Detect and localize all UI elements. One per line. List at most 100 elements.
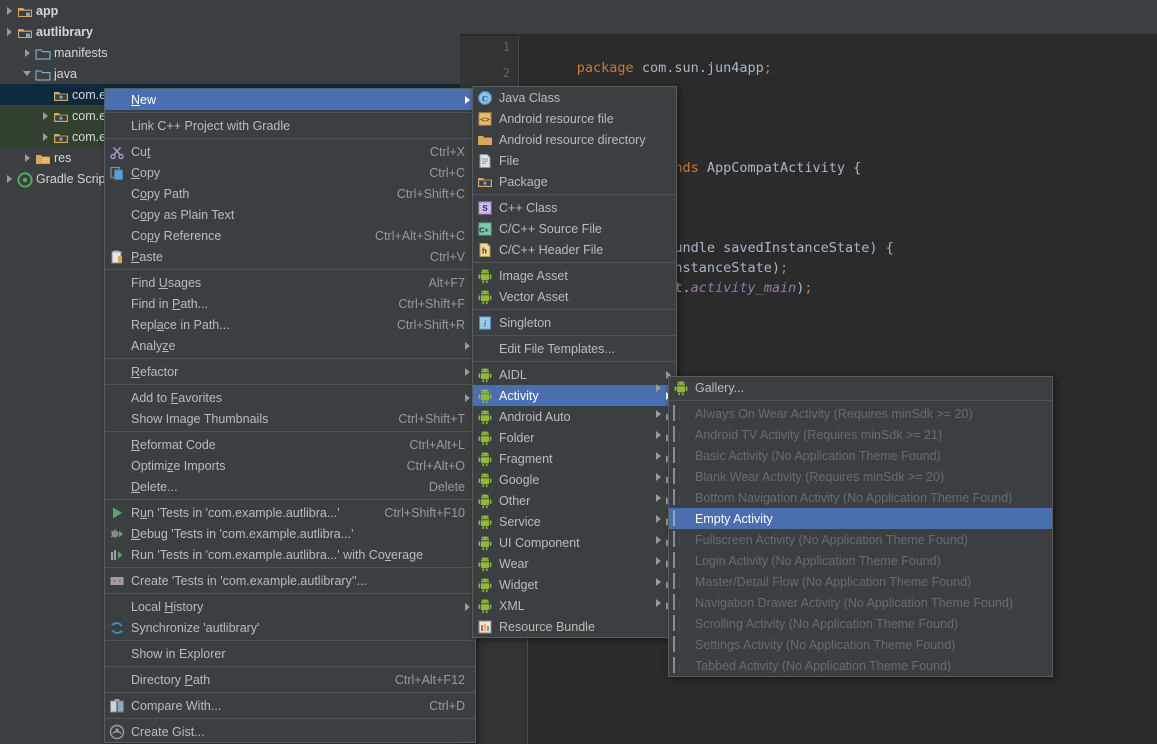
menu-item-run-tests-in-com-example-autlibra-with-coverage[interactable]: Run 'Tests in 'com.example.autlibra...' … <box>105 544 475 565</box>
menu-item-folder[interactable]: Folder <box>473 427 676 448</box>
tree-item-app[interactable]: app <box>0 0 460 21</box>
menu-item-android-resource-file[interactable]: <> Android resource file <box>473 108 676 129</box>
menu-item-cut[interactable]: Cut Ctrl+X <box>105 141 475 162</box>
menu-item-paste[interactable]: Paste Ctrl+V <box>105 246 475 267</box>
menu-item-c-class[interactable]: S C++ Class <box>473 197 676 218</box>
menu-item-gallery[interactable]: Gallery... <box>656 377 1052 398</box>
menu-item-find-in-path[interactable]: Find in Path... Ctrl+Shift+F <box>105 293 475 314</box>
menu-item-debug-tests-in-com-example-autlibra[interactable]: Debug 'Tests in 'com.example.autlibra...… <box>105 523 475 544</box>
menu-item-label: Other <box>499 493 531 508</box>
menu-item-empty-activity[interactable]: Empty Activity <box>656 508 1052 529</box>
line-number: 1 <box>502 40 510 54</box>
menu-item-create-tests-in-com-example-autlibrary[interactable]: Create 'Tests in 'com.example.autlibrary… <box>105 570 475 591</box>
menu-item-android-resource-directory[interactable]: Android resource directory <box>473 129 676 150</box>
menu-item-synchronize-autlibrary[interactable]: Synchronize 'autlibrary' <box>105 617 475 638</box>
menu-item-copy-path[interactable]: Copy Path Ctrl+Shift+C <box>105 183 475 204</box>
menu-item-google[interactable]: Google <box>473 469 676 490</box>
android-icon <box>673 380 689 396</box>
menu-item-android-auto[interactable]: Android Auto <box>473 406 676 427</box>
menu-item-shortcut: Alt+F7 <box>428 275 465 290</box>
menu-item-create-gist[interactable]: Create Gist... <box>105 721 475 742</box>
tree-item-label: com.e <box>72 108 107 123</box>
menu-item-always-on-wear-activity-requires-minsdk-20[interactable]: Always On Wear Activity (Requires minSdk… <box>656 403 1052 424</box>
menu-item-copy-reference[interactable]: Copy Reference Ctrl+Alt+Shift+C <box>105 225 475 246</box>
menu-item-vector-asset[interactable]: Vector Asset <box>473 286 676 307</box>
expand-arrow-icon[interactable] <box>40 131 51 142</box>
svg-text:S: S <box>482 204 488 213</box>
menu-item-show-in-explorer[interactable]: Show in Explorer <box>105 643 475 664</box>
menu-item-new[interactable]: New <box>105 89 475 110</box>
collapse-arrow-icon[interactable] <box>22 68 33 79</box>
expand-arrow-icon[interactable] <box>4 5 15 16</box>
menu-item-blank-wear-activity-requires-minsdk-20[interactable]: Blank Wear Activity (Requires minSdk >= … <box>656 466 1052 487</box>
menu-item-java-class[interactable]: C Java Class <box>473 87 676 108</box>
menu-item-widget[interactable]: Widget <box>473 574 676 595</box>
tree-item-manifests[interactable]: manifests <box>0 42 460 63</box>
menu-item-copy-as-plain-text[interactable]: Copy as Plain Text <box>105 204 475 225</box>
menu-item-other[interactable]: Other <box>473 490 676 511</box>
menu-item-add-to-favorites[interactable]: Add to Favorites <box>105 387 475 408</box>
menu-item-navigation-drawer-activity-no-application-theme-[interactable]: Navigation Drawer Activity (No Applicati… <box>656 592 1052 613</box>
menu-item-find-usages[interactable]: Find Usages Alt+F7 <box>105 272 475 293</box>
menu-item-basic-activity-no-application-theme-found[interactable]: Basic Activity (No Application Theme Fou… <box>656 445 1052 466</box>
editor-tab-strip[interactable] <box>460 0 1157 35</box>
menu-item-tabbed-activity-no-application-theme-found[interactable]: Tabbed Activity (No Application Theme Fo… <box>669 655 1052 676</box>
menu-item-image-asset[interactable]: Image Asset <box>473 265 676 286</box>
menu-item-label: Master/Detail Flow (No Application Theme… <box>695 574 972 589</box>
menu-item-settings-activity-no-application-theme-found[interactable]: Settings Activity (No Application Theme … <box>669 634 1052 655</box>
menu-item-file[interactable]: File <box>473 150 676 171</box>
menu-item-label: Optimize Imports <box>131 458 226 473</box>
menu-item-refactor[interactable]: Refactor <box>105 361 475 382</box>
android-icon <box>477 598 493 614</box>
menu-item-compare-with[interactable]: Compare With... Ctrl+D <box>105 695 475 716</box>
menu-separator <box>473 361 676 362</box>
menu-item-aidl[interactable]: AIDL <box>473 364 676 385</box>
menu-item-copy[interactable]: Copy Ctrl+C <box>105 162 475 183</box>
menu-item-run-tests-in-com-example-autlibra[interactable]: Run 'Tests in 'com.example.autlibra...' C… <box>105 502 475 523</box>
tree-item-autlibrary[interactable]: autlibrary <box>0 21 460 42</box>
menu-item-package[interactable]: Package <box>473 171 676 192</box>
menu-item-master-detail-flow-no-application-theme-found[interactable]: Master/Detail Flow (No Application Theme… <box>656 571 1052 592</box>
expand-arrow-icon[interactable] <box>40 110 51 121</box>
module-folder-icon <box>17 25 32 38</box>
menu-item-optimize-imports[interactable]: Optimize Imports Ctrl+Alt+O <box>105 455 475 476</box>
expand-arrow-icon[interactable] <box>4 26 15 37</box>
menu-item-fragment[interactable]: Fragment <box>473 448 676 469</box>
menu-item-replace-in-path[interactable]: Replace in Path... Ctrl+Shift+R <box>105 314 475 335</box>
menu-item-wear[interactable]: Wear <box>473 553 676 574</box>
menu-item-bottom-navigation-activity-no-application-theme-[interactable]: Bottom Navigation Activity (No Applicati… <box>656 487 1052 508</box>
menu-item-c-c-source-file[interactable]: C+ C/C++ Source File <box>473 218 676 239</box>
menu-item-show-image-thumbnails[interactable]: Show Image Thumbnails Ctrl+Shift+T <box>105 408 475 429</box>
menu-item-singleton[interactable]: i Singleton <box>473 312 676 333</box>
menu-item-edit-file-templates[interactable]: Edit File Templates... <box>473 338 676 359</box>
expand-arrow-icon[interactable] <box>22 47 33 58</box>
menu-item-service[interactable]: Service <box>473 511 676 532</box>
menu-item-directory-path[interactable]: Directory Path Ctrl+Alt+F12 <box>105 669 475 690</box>
tree-item-java[interactable]: java <box>0 63 460 84</box>
menu-item-analyze[interactable]: Analyze <box>105 335 475 356</box>
menu-item-local-history[interactable]: Local History <box>105 596 475 617</box>
parent-arrow-icon <box>656 494 661 502</box>
menu-item-c-c-header-file[interactable]: h C/C++ Header File <box>473 239 676 260</box>
menu-item-android-tv-activity-requires-minsdk-21[interactable]: Android TV Activity (Requires minSdk >= … <box>656 424 1052 445</box>
menu-item-shortcut: Ctrl+V <box>429 249 465 264</box>
menu-item-delete[interactable]: Delete... Delete <box>105 476 475 497</box>
menu-item-link-c-project-with-gradle[interactable]: Link C++ Project with Gradle <box>105 115 475 136</box>
chevron-right-icon <box>465 368 470 376</box>
layout-icon <box>673 489 689 506</box>
project-context-menu[interactable]: New Link C++ Project with Gradle Cut Ctrl+X… <box>104 88 476 743</box>
menu-item-login-activity-no-application-theme-found[interactable]: Login Activity (No Application Theme Fou… <box>656 550 1052 571</box>
menu-item-fullscreen-activity-no-application-theme-found[interactable]: Fullscreen Activity (No Application Them… <box>656 529 1052 550</box>
expand-arrow-icon[interactable] <box>22 152 33 163</box>
menu-item-ui-component[interactable]: UI Component <box>473 532 676 553</box>
menu-item-activity[interactable]: Activity <box>473 385 676 406</box>
new-submenu[interactable]: C Java Class <> Android resource file Androi… <box>472 86 677 638</box>
menu-item-reformat-code[interactable]: Reformat Code Ctrl+Alt+L <box>105 434 475 455</box>
folder-orange-icon <box>477 132 493 148</box>
create-test-icon <box>109 573 125 589</box>
menu-item-resource-bundle[interactable]: Resource Bundle <box>473 616 676 637</box>
activity-submenu[interactable]: Gallery... Always On Wear Activity (Requi… <box>656 376 1053 677</box>
menu-item-scrolling-activity-no-application-theme-found[interactable]: Scrolling Activity (No Application Theme… <box>669 613 1052 634</box>
expand-arrow-icon[interactable] <box>4 173 15 184</box>
menu-item-xml[interactable]: XML <box>473 595 676 616</box>
